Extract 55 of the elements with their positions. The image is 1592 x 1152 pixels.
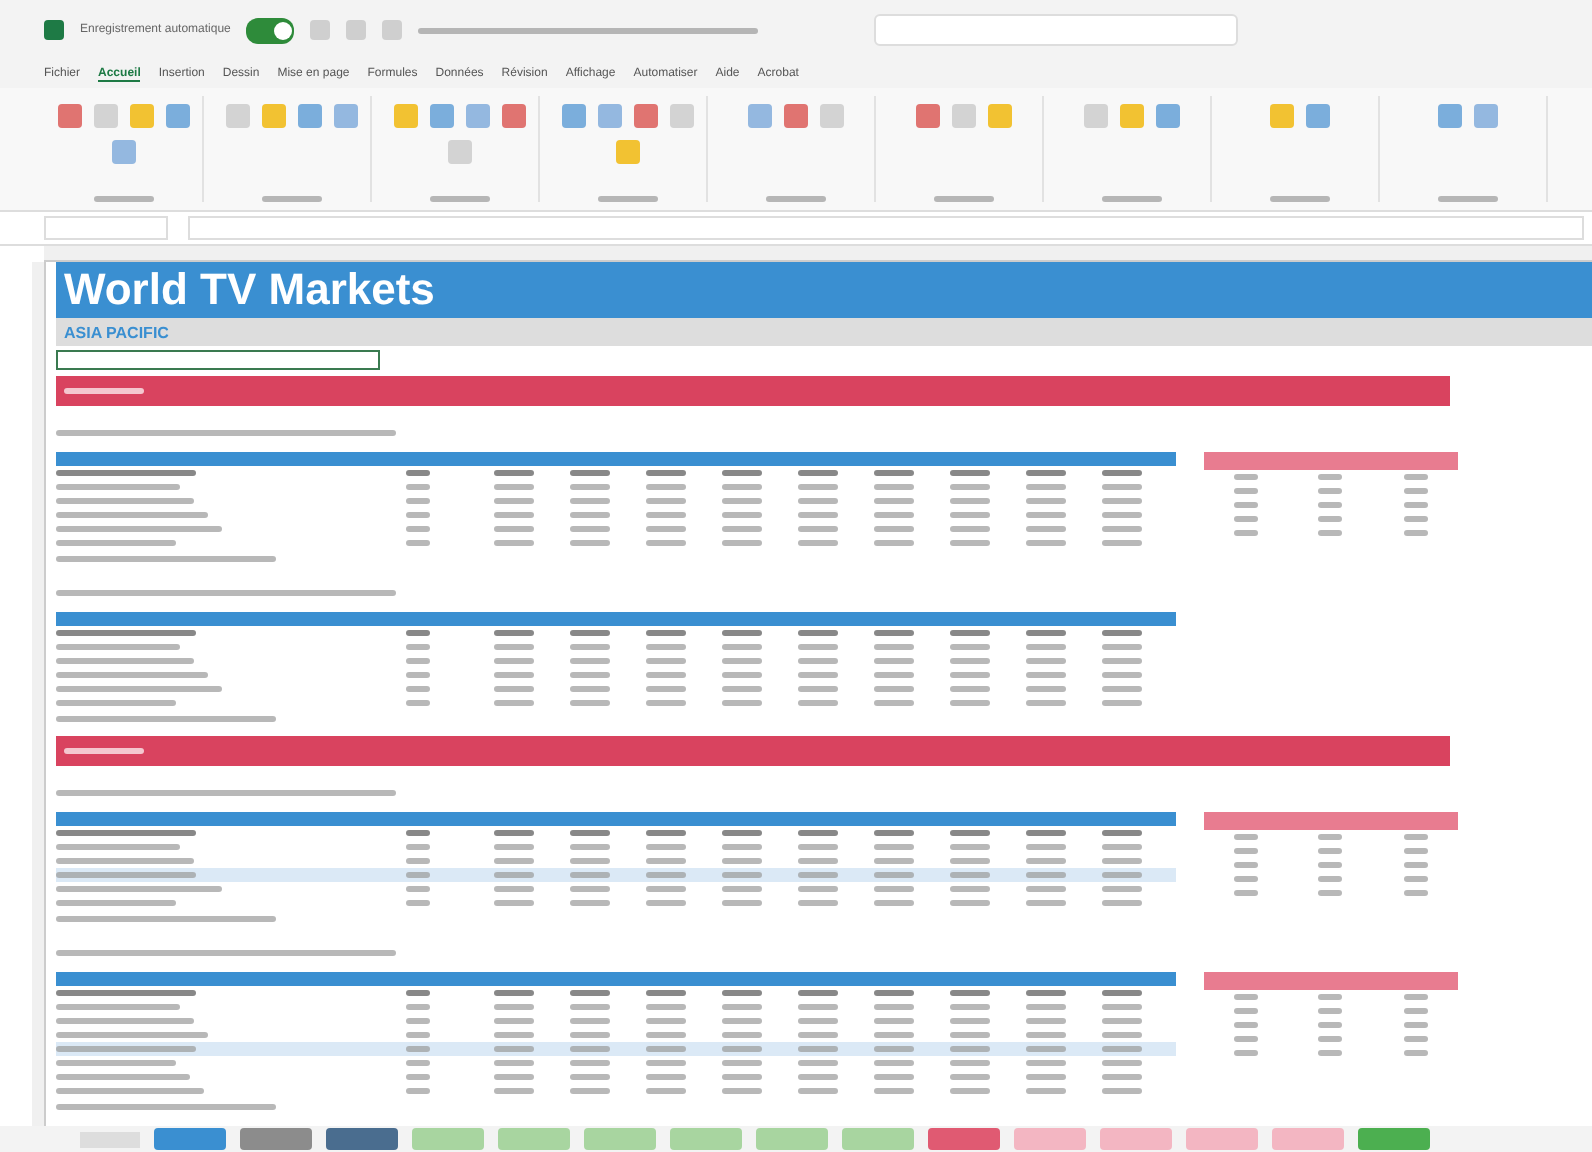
ribbon-button-icon[interactable] [225, 104, 249, 128]
spreadsheet-icon [44, 20, 64, 40]
ribbon-button-icon[interactable] [783, 104, 807, 128]
region-label: ASIA PACIFIC [64, 323, 169, 341]
sheet-tab[interactable] [842, 1128, 914, 1150]
sheet-tab[interactable] [326, 1128, 398, 1150]
sheet-tab[interactable] [154, 1128, 226, 1150]
name-box[interactable] [44, 216, 168, 240]
ribbon-button-icon[interactable] [951, 104, 975, 128]
ribbon-button-icon[interactable] [501, 104, 525, 128]
search-field[interactable] [874, 14, 1239, 46]
ribbon-button-icon[interactable] [333, 104, 357, 128]
ribbon-button-icon[interactable] [429, 104, 453, 128]
ribbon-button-icon[interactable] [93, 104, 117, 128]
ribbon-button-icon[interactable] [57, 104, 81, 128]
ribbon-button-icon[interactable] [987, 104, 1011, 128]
sheet-tab[interactable] [670, 1128, 742, 1150]
ribbon-button-icon[interactable] [819, 104, 843, 128]
ribbon-button-icon[interactable] [747, 104, 771, 128]
ribbon-button-icon[interactable] [1269, 104, 1293, 128]
autosave-toggle[interactable] [246, 17, 295, 43]
sheet-tab[interactable] [1272, 1128, 1344, 1150]
sheet-tab[interactable] [584, 1128, 656, 1150]
sheet-title: World TV Markets [56, 262, 1592, 318]
ribbon-button-icon[interactable] [1473, 104, 1497, 128]
ribbon-button-icon[interactable] [261, 104, 285, 128]
sheet-tab[interactable] [1100, 1128, 1172, 1150]
ribbon-button-icon[interactable] [561, 104, 585, 128]
sheet-tab[interactable] [756, 1128, 828, 1150]
ribbon-button-icon[interactable] [129, 104, 153, 128]
ribbon-button-icon[interactable] [615, 140, 639, 164]
ribbon-button-icon[interactable] [1083, 104, 1107, 128]
ribbon-button-icon[interactable] [669, 104, 693, 128]
sheet-tab[interactable] [1358, 1128, 1430, 1150]
ribbon-button-icon[interactable] [597, 104, 621, 128]
formula-field[interactable] [188, 216, 1584, 240]
ribbon-button-icon[interactable] [297, 104, 321, 128]
ribbon-button-icon[interactable] [915, 104, 939, 128]
ribbon-button-icon[interactable] [1155, 104, 1179, 128]
ribbon-button-icon[interactable] [1437, 104, 1461, 128]
ribbon-button-icon[interactable] [1119, 104, 1143, 128]
ribbon-button-icon[interactable] [633, 104, 657, 128]
ribbon-button-icon[interactable] [1305, 104, 1329, 128]
sheet-tab[interactable] [412, 1128, 484, 1150]
sheet-tab[interactable] [498, 1128, 570, 1150]
sheet-tab[interactable] [240, 1128, 312, 1150]
selected-cell[interactable] [56, 350, 380, 370]
ribbon-button-icon[interactable] [447, 140, 471, 164]
sheet-tab[interactable] [1014, 1128, 1086, 1150]
sheet-tab[interactable] [1186, 1128, 1258, 1150]
ribbon-button-icon[interactable] [111, 140, 135, 164]
ribbon-button-icon[interactable] [393, 104, 417, 128]
sheet-tab[interactable] [928, 1128, 1000, 1150]
ribbon-button-icon[interactable] [165, 104, 189, 128]
ribbon-button-icon[interactable] [465, 104, 489, 128]
